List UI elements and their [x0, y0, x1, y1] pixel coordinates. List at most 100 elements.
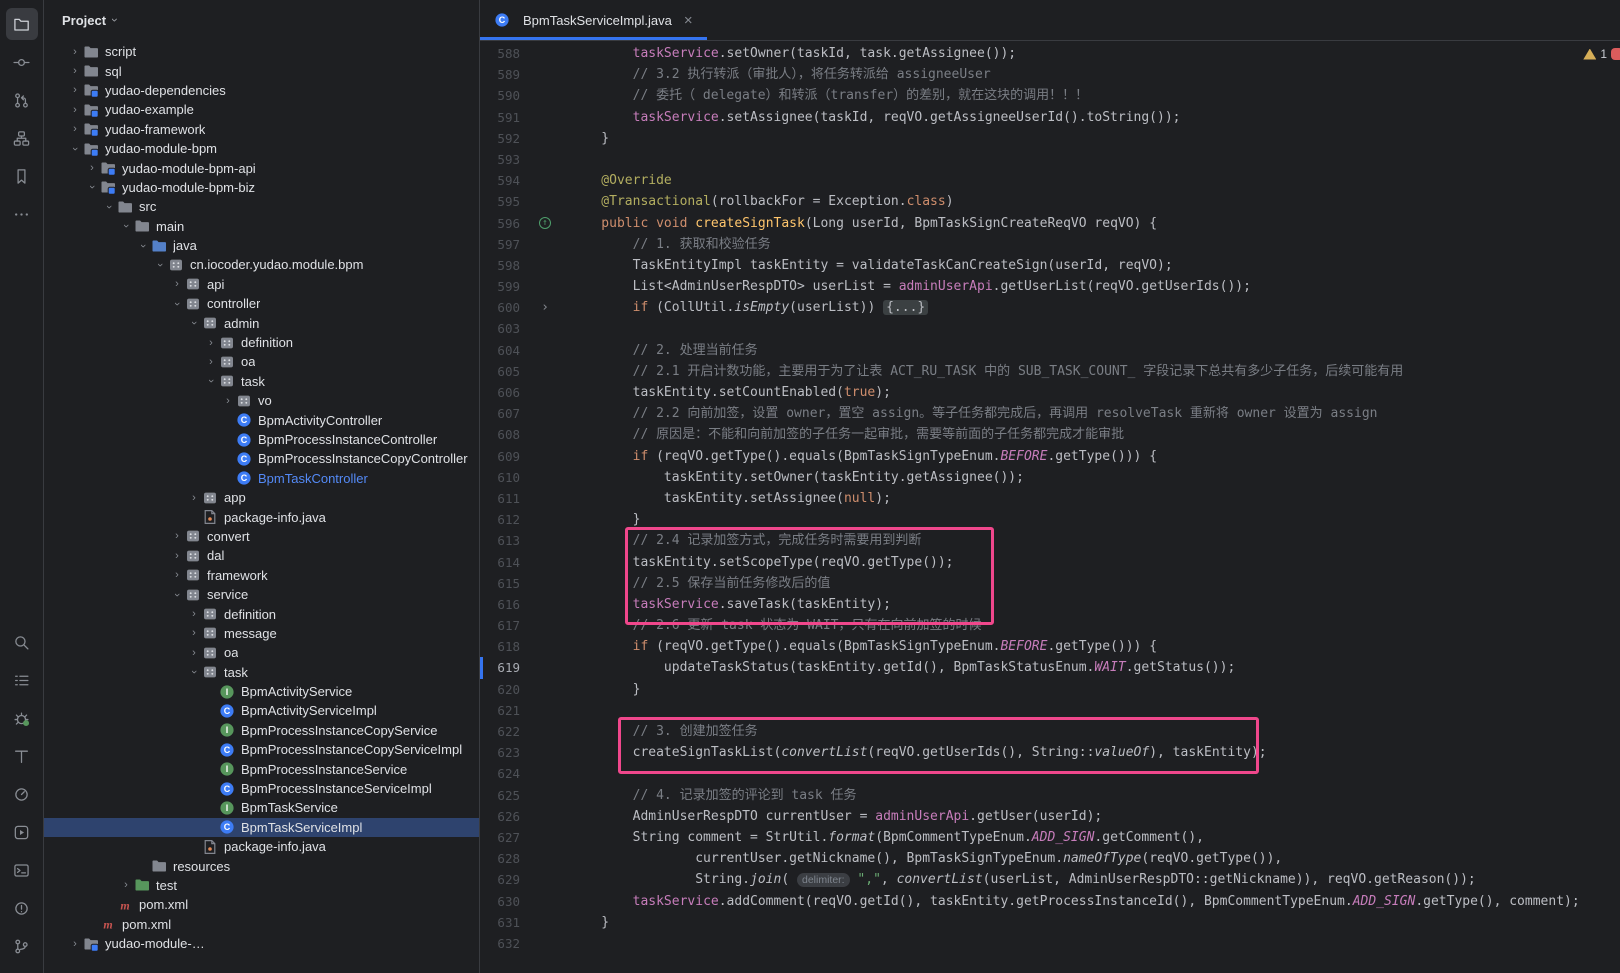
code-text[interactable] — [570, 763, 1620, 784]
tree-item[interactable]: package-info.java — [44, 837, 479, 856]
code-text[interactable]: taskService.saveTask(taskEntity); — [570, 594, 1620, 615]
code-text[interactable]: taskService.setOwner(taskId, task.getAss… — [570, 43, 1620, 64]
line-number[interactable]: 617 — [480, 615, 520, 636]
code-line[interactable]: 625 // 4. 记录加签的评论到 task 任务 — [480, 785, 1620, 806]
gutter[interactable]: 616 — [480, 594, 570, 615]
code-text[interactable]: if (reqVO.getType().equals(BpmTaskSignTy… — [570, 636, 1620, 657]
gutter[interactable]: 597 — [480, 234, 570, 255]
code-line[interactable]: 614 taskEntity.setScopeType(reqVO.getTyp… — [480, 552, 1620, 573]
line-number[interactable]: 592 — [480, 128, 520, 149]
problems-icon[interactable] — [6, 892, 38, 924]
code-text[interactable]: // 2. 处理当前任务 — [570, 340, 1620, 361]
chevron-right-icon[interactable]: › — [186, 608, 202, 620]
line-number[interactable]: 632 — [480, 933, 520, 954]
code-text[interactable]: currentUser.getNickname(), BpmTaskSignTy… — [570, 848, 1620, 869]
line-number[interactable]: 631 — [480, 912, 520, 933]
tree-item[interactable]: CBpmActivityServiceImpl — [44, 701, 479, 720]
gutter[interactable]: 621 — [480, 700, 570, 721]
line-number[interactable]: 608 — [480, 424, 520, 445]
code-line[interactable]: 596↑ public void createSignTask(Long use… — [480, 213, 1620, 234]
code-line[interactable]: 627 String comment = StrUtil.format(BpmC… — [480, 827, 1620, 848]
code-text[interactable]: taskEntity.setOwner(taskEntity.getAssign… — [570, 467, 1620, 488]
chevron-right-icon[interactable]: › — [67, 65, 83, 77]
tree-item[interactable]: CBpmProcessInstanceCopyServiceImpl — [44, 740, 479, 759]
code-line[interactable]: 610 taskEntity.setOwner(taskEntity.getAs… — [480, 467, 1620, 488]
code-line[interactable]: 611 taskEntity.setAssignee(null); — [480, 488, 1620, 509]
tree-item[interactable]: ›vo — [44, 391, 479, 410]
code-text[interactable]: createSignTaskList(convertList(reqVO.get… — [570, 742, 1620, 763]
override-gutter-icon[interactable]: ↑ — [520, 217, 570, 229]
code-text[interactable] — [570, 933, 1620, 954]
tree-item[interactable]: ›java — [44, 236, 479, 255]
line-number[interactable]: 594 — [480, 170, 520, 191]
line-number[interactable]: 605 — [480, 361, 520, 382]
code-line[interactable]: 588 taskService.setOwner(taskId, task.ge… — [480, 43, 1620, 64]
line-number[interactable]: 610 — [480, 467, 520, 488]
code-line[interactable]: 619 updateTaskStatus(taskEntity.getId(),… — [480, 657, 1620, 678]
todo-icon[interactable] — [6, 664, 38, 696]
project-panel-header[interactable]: Project › — [44, 0, 479, 40]
code-text[interactable]: // 3. 创建加签任务 — [570, 721, 1620, 742]
inspections-widget[interactable]: 1 — [1583, 47, 1620, 61]
code-text[interactable]: if (reqVO.getType().equals(BpmTaskSignTy… — [570, 446, 1620, 467]
tree-item[interactable]: ›framework — [44, 566, 479, 585]
code-line[interactable]: 616 taskService.saveTask(taskEntity); — [480, 594, 1620, 615]
chevron-right-icon[interactable]: › — [67, 938, 83, 950]
chevron-right-icon[interactable]: › — [67, 84, 83, 96]
chevron-right-icon[interactable]: › — [203, 356, 219, 368]
tree-item[interactable]: ›convert — [44, 527, 479, 546]
fold-collapsed-icon[interactable]: › — [520, 297, 570, 318]
close-tab-icon[interactable]: × — [684, 12, 693, 29]
code-text[interactable]: AdminUserRespDTO currentUser = adminUser… — [570, 806, 1620, 827]
code-line[interactable]: 606 taskEntity.setCountEnabled(true); — [480, 382, 1620, 403]
code-text[interactable] — [570, 318, 1620, 339]
tree-item[interactable]: mpom.xml — [44, 915, 479, 934]
gutter[interactable]: 622 — [480, 721, 570, 742]
gutter[interactable]: 631 — [480, 912, 570, 933]
gutter[interactable]: 618 — [480, 636, 570, 657]
code-text[interactable]: // 2.4 记录加签方式，完成任务时需要用到判断 — [570, 530, 1620, 551]
line-number[interactable]: 614 — [480, 552, 520, 573]
code-line[interactable]: 612 } — [480, 509, 1620, 530]
gutter[interactable]: 594 — [480, 170, 570, 191]
code-text[interactable]: // 2.6 更新 task 状态为 WAIT，只有在向前加签的时候 — [570, 615, 1620, 636]
tree-item[interactable]: IBpmProcessInstanceService — [44, 759, 479, 778]
gutter[interactable]: 606 — [480, 382, 570, 403]
code-text[interactable]: // 原因是：不能和向前加签的子任务一起审批，需要等前面的子任务都完成才能审批 — [570, 424, 1620, 445]
line-number[interactable]: 589 — [480, 64, 520, 85]
gutter[interactable]: 609 — [480, 446, 570, 467]
tree-item[interactable]: CBpmProcessInstanceCopyController — [44, 449, 479, 468]
tree-item[interactable]: ›task — [44, 372, 479, 391]
tree-item[interactable]: CBpmProcessInstanceServiceImpl — [44, 779, 479, 798]
gutter[interactable]: 620 — [480, 679, 570, 700]
code-text[interactable]: // 3.2 执行转派（审批人），将任务转派给 assigneeUser — [570, 64, 1620, 85]
line-number[interactable]: 620 — [480, 679, 520, 700]
code-text[interactable]: taskEntity.setCountEnabled(true); — [570, 382, 1620, 403]
code-line[interactable]: 622 // 3. 创建加签任务 — [480, 721, 1620, 742]
chevron-down-icon[interactable]: › — [120, 218, 132, 234]
gutter[interactable]: 608 — [480, 424, 570, 445]
gutter[interactable]: 593 — [480, 149, 570, 170]
chevron-right-icon[interactable]: › — [169, 550, 185, 562]
code-text[interactable]: // 4. 记录加签的评论到 task 任务 — [570, 785, 1620, 806]
code-text[interactable]: // 2.2 向前加签，设置 owner，置空 assign。等子任务都完成后，… — [570, 403, 1620, 424]
tree-item[interactable]: ›script — [44, 42, 479, 61]
line-number[interactable]: 597 — [480, 234, 520, 255]
gutter[interactable]: 625 — [480, 785, 570, 806]
code-line[interactable]: 629 String.join( delimiter: ",", convert… — [480, 869, 1620, 890]
tree-item[interactable]: ›oa — [44, 352, 479, 371]
chevron-down-icon[interactable]: › — [188, 664, 200, 680]
line-number[interactable]: 629 — [480, 869, 520, 890]
gutter[interactable]: 605 — [480, 361, 570, 382]
bookmarks-icon[interactable] — [6, 160, 38, 192]
code-text[interactable]: // 2.1 开启计数功能，主要用于为了让表 ACT_RU_TASK 中的 SU… — [570, 361, 1620, 382]
code-text[interactable] — [570, 149, 1620, 170]
tree-item[interactable]: IBpmProcessInstanceCopyService — [44, 721, 479, 740]
gutter[interactable]: 604 — [480, 340, 570, 361]
debug-icon[interactable] — [6, 702, 38, 734]
tree-item[interactable]: CBpmActivityController — [44, 410, 479, 429]
line-number[interactable]: 606 — [480, 382, 520, 403]
tree-item[interactable]: ›controller — [44, 294, 479, 313]
code-line[interactable]: 623 createSignTaskList(convertList(reqVO… — [480, 742, 1620, 763]
code-line[interactable]: 592 } — [480, 128, 1620, 149]
